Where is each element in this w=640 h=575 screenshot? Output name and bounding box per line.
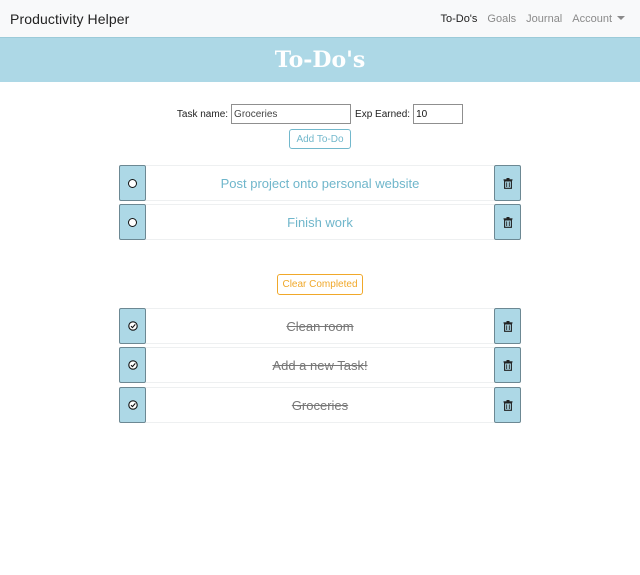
page-title: To-Do's bbox=[274, 47, 366, 73]
delete-button[interactable] bbox=[494, 347, 521, 383]
todo-text: Clean room bbox=[146, 308, 494, 344]
todo-text: Groceries bbox=[146, 387, 494, 423]
complete-toggle-button[interactable] bbox=[119, 165, 146, 201]
brand[interactable]: Productivity Helper bbox=[10, 11, 129, 27]
todo-text: Post project onto personal website bbox=[146, 165, 494, 201]
account-label: Account bbox=[572, 12, 612, 25]
check-circle-icon bbox=[127, 400, 138, 410]
nav-link-todos[interactable]: To-Do's bbox=[435, 13, 482, 25]
task-name-input[interactable] bbox=[231, 104, 352, 124]
completed-item: Clean room bbox=[119, 308, 521, 344]
todo-text: Add a new Task! bbox=[146, 347, 494, 383]
complete-toggle-button[interactable] bbox=[119, 204, 146, 240]
nav-link-goals[interactable]: Goals bbox=[482, 13, 521, 25]
delete-button[interactable] bbox=[494, 387, 521, 423]
uncomplete-toggle-button[interactable] bbox=[119, 347, 146, 383]
nav-link-journal[interactable]: Journal bbox=[521, 13, 567, 25]
todo-text: Finish work bbox=[146, 204, 494, 240]
delete-button[interactable] bbox=[494, 204, 521, 240]
nav-link-account[interactable]: Account bbox=[567, 13, 630, 25]
circle-icon bbox=[128, 217, 137, 227]
completed-item: Groceries bbox=[119, 387, 521, 423]
todo-item: Finish work bbox=[119, 204, 521, 240]
check-circle-icon bbox=[127, 321, 138, 331]
exp-earned-label: Exp Earned: bbox=[355, 108, 411, 120]
trash-icon bbox=[503, 320, 512, 332]
todo-item: Post project onto personal website bbox=[119, 165, 521, 201]
delete-button[interactable] bbox=[494, 165, 521, 201]
trash-icon bbox=[503, 216, 512, 228]
clear-completed-button[interactable]: Clear Completed bbox=[277, 274, 363, 295]
exp-earned-input[interactable] bbox=[413, 104, 464, 124]
add-todo-button[interactable]: Add To-Do bbox=[289, 129, 351, 149]
trash-icon bbox=[503, 399, 512, 411]
check-circle-icon bbox=[127, 360, 138, 370]
caret-down-icon bbox=[617, 15, 625, 20]
uncomplete-toggle-button[interactable] bbox=[119, 308, 146, 344]
nav-links: To-Do's Goals Journal Account bbox=[435, 13, 630, 25]
uncomplete-toggle-button[interactable] bbox=[119, 387, 146, 423]
trash-icon bbox=[503, 359, 512, 371]
circle-icon bbox=[128, 178, 137, 188]
trash-icon bbox=[503, 177, 512, 189]
page-banner: To-Do's bbox=[0, 37, 640, 82]
add-todo-form: Task name: Exp Earned: bbox=[0, 104, 640, 124]
navbar: Productivity Helper To-Do's Goals Journa… bbox=[0, 0, 640, 37]
delete-button[interactable] bbox=[494, 308, 521, 344]
completed-item: Add a new Task! bbox=[119, 347, 521, 383]
task-name-label: Task name: bbox=[176, 108, 229, 120]
